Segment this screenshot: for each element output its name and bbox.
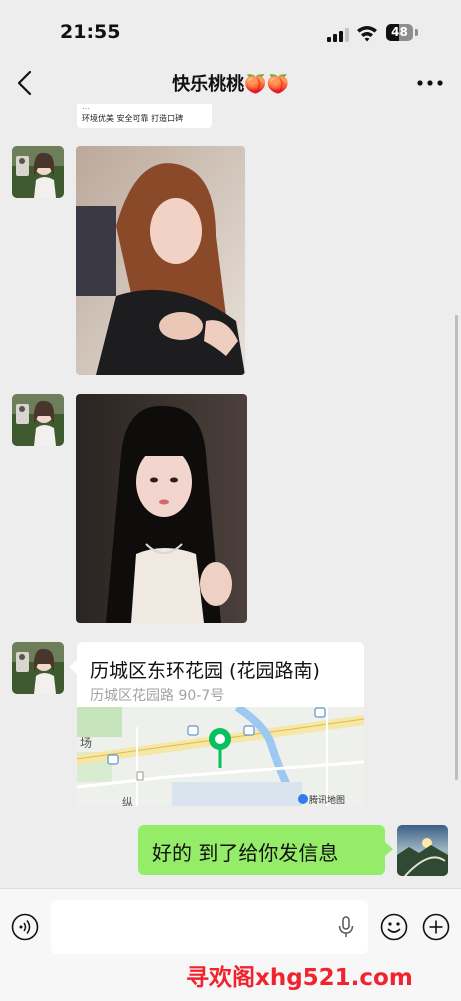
- more-icon[interactable]: [414, 70, 446, 96]
- contact-avatar[interactable]: [12, 146, 64, 198]
- watermark-text: 寻欢阁xhg521.com: [186, 965, 413, 991]
- my-avatar[interactable]: [397, 825, 448, 876]
- status-time: 21:55: [60, 21, 121, 43]
- contact-avatar[interactable]: [12, 394, 64, 446]
- battery-tip: [415, 29, 418, 36]
- battery-level: 48: [391, 25, 408, 39]
- nav-bar: 快乐桃桃🍑🍑: [0, 62, 461, 104]
- map-label-bottom: 纵: [122, 796, 133, 806]
- message-input[interactable]: [51, 900, 368, 954]
- plus-icon[interactable]: [422, 913, 450, 941]
- chat-photo-2[interactable]: [76, 394, 247, 623]
- chat-scrollbar[interactable]: [455, 315, 458, 780]
- location-title: 历城区东环花园 (花园路南): [90, 660, 320, 682]
- location-address: 历城区花园路 90-7号: [90, 688, 225, 704]
- map-credit: 腾讯地图: [309, 796, 346, 806]
- status-bar: 21:55 48: [0, 0, 461, 62]
- location-map[interactable]: 场 纵: [77, 707, 364, 806]
- battery-icon: 48: [386, 24, 413, 41]
- tencent-map-logo-icon: [298, 794, 308, 804]
- my-message-bubble[interactable]: 好的 到了给你发信息: [138, 825, 385, 875]
- previous-message-fragment: … 环境优美 安全可靠 打造口碑: [77, 104, 212, 128]
- chat-photo-1[interactable]: [76, 146, 245, 375]
- emoji-icon[interactable]: [380, 913, 408, 941]
- signal-icon: [327, 27, 349, 42]
- fragment-line-1: …: [82, 104, 90, 111]
- wifi-icon: [357, 26, 377, 42]
- location-card[interactable]: 历城区东环花园 (花园路南) 历城区花园路 90-7号 场 纵 腾讯地图: [77, 642, 364, 806]
- my-message-tail: [385, 842, 393, 856]
- fragment-line-2: 环境优美 安全可靠 打造口碑: [82, 114, 184, 123]
- contact-avatar[interactable]: [12, 642, 64, 694]
- voice-input-icon[interactable]: [11, 913, 39, 941]
- chat-title: 快乐桃桃🍑🍑: [172, 74, 289, 95]
- chat-area[interactable]: … 环境优美 安全可靠 打造口碑 历城区东环花园 (花园路南) 历城区花园路 9…: [0, 104, 461, 888]
- map-label-left: 场: [80, 736, 92, 750]
- my-message-text: 好的 到了给你发信息: [152, 841, 339, 865]
- microphone-icon[interactable]: [337, 916, 355, 938]
